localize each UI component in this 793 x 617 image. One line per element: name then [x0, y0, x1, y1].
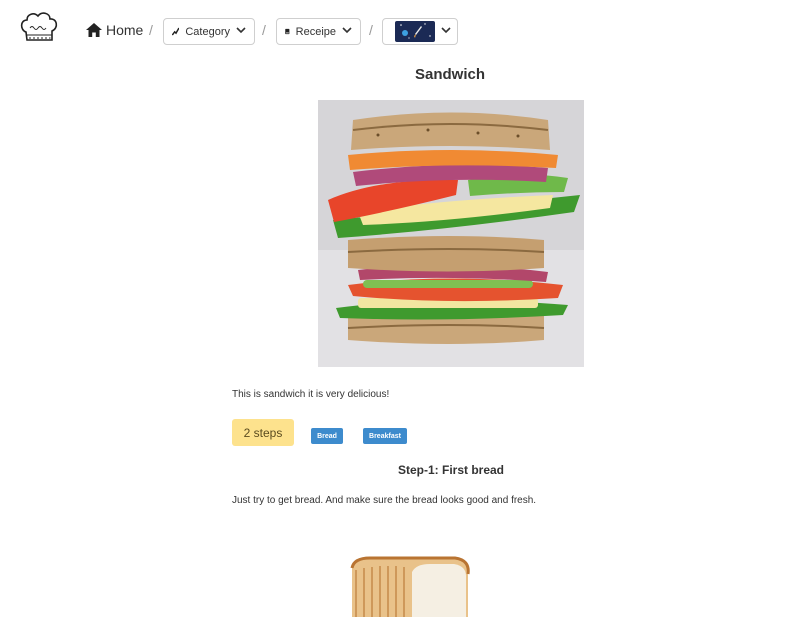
image-dropdown[interactable]	[382, 18, 458, 45]
tag-bread[interactable]: Bread	[311, 428, 343, 444]
sandwich-image	[318, 100, 584, 367]
step-description: Just try to get bread. And make sure the…	[232, 495, 537, 506]
chevron-down-icon	[441, 26, 451, 37]
chevron-down-icon	[342, 26, 352, 37]
category-label: Category	[185, 25, 230, 38]
top-navigation: Home / Category / Receipe /	[0, 0, 793, 60]
category-icon	[172, 27, 180, 36]
space-thumbnail-image	[395, 21, 435, 42]
chef-hat-logo[interactable]	[18, 10, 60, 46]
recipe-dropdown[interactable]: Receipe	[276, 18, 361, 45]
chevron-down-icon	[236, 26, 246, 37]
home-label: Home	[106, 22, 144, 38]
step-title: Step-1: First bread	[397, 463, 505, 477]
recipe-label: Receipe	[295, 25, 336, 38]
bread-image	[350, 556, 470, 617]
category-dropdown[interactable]: Category	[163, 18, 255, 45]
home-icon	[86, 23, 102, 37]
breadcrumb-home[interactable]: Home	[86, 22, 143, 38]
breadcrumb-separator: /	[149, 22, 153, 38]
breadcrumb-separator: /	[369, 22, 373, 38]
book-icon	[285, 28, 290, 35]
recipe-description: This is sandwich it is very delicious!	[232, 389, 390, 400]
steps-count-badge: 2 steps	[232, 419, 294, 446]
breadcrumb-separator: /	[262, 22, 266, 38]
tag-breakfast[interactable]: Breakfast	[363, 428, 407, 444]
recipe-title: Sandwich	[414, 66, 485, 83]
